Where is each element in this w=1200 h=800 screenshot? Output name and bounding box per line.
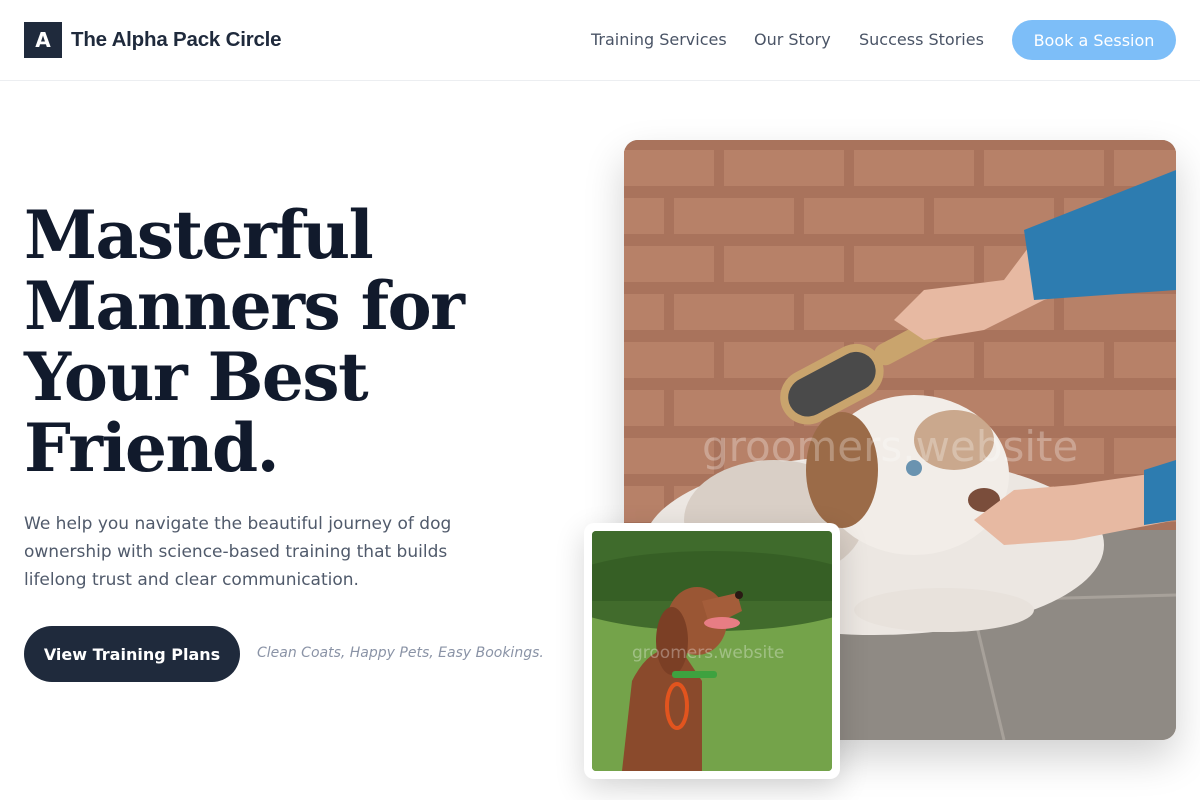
logo[interactable]: A The Alpha Pack Circle bbox=[24, 22, 282, 58]
site-header: A The Alpha Pack Circle Training Service… bbox=[0, 0, 1200, 81]
hero-title-line: Your Best bbox=[24, 338, 369, 416]
nav-training-services[interactable]: Training Services bbox=[591, 30, 727, 49]
book-session-button[interactable]: Book a Session bbox=[1012, 20, 1176, 60]
nav-our-story[interactable]: Our Story bbox=[754, 30, 831, 49]
puppy-photo: groomers.website bbox=[592, 531, 832, 771]
photo-card-puppy: groomers.website bbox=[584, 523, 840, 779]
logo-mark: A bbox=[24, 22, 62, 58]
hero-subtitle: We help you navigate the beautiful journ… bbox=[24, 514, 452, 590]
photo-watermark: groomers.website bbox=[702, 422, 1079, 471]
nav-success-stories[interactable]: Success Stories bbox=[859, 30, 984, 49]
hero-title-line: Masterful bbox=[24, 196, 374, 274]
hero-title: Masterful Manners for Your Best Friend. bbox=[24, 200, 544, 484]
view-training-plans-button[interactable]: View Training Plans bbox=[24, 626, 240, 682]
photo-watermark-small: groomers.website bbox=[632, 643, 785, 663]
hero-tagline: Clean Coats, Happy Pets, Easy Bookings. bbox=[257, 645, 544, 661]
brand-name: The Alpha Pack Circle bbox=[71, 28, 282, 51]
hero-title-line: Friend. bbox=[24, 409, 280, 487]
main-nav: Training Services Our Story Success Stor… bbox=[591, 30, 984, 49]
hero-title-line: Manners for bbox=[24, 267, 465, 345]
